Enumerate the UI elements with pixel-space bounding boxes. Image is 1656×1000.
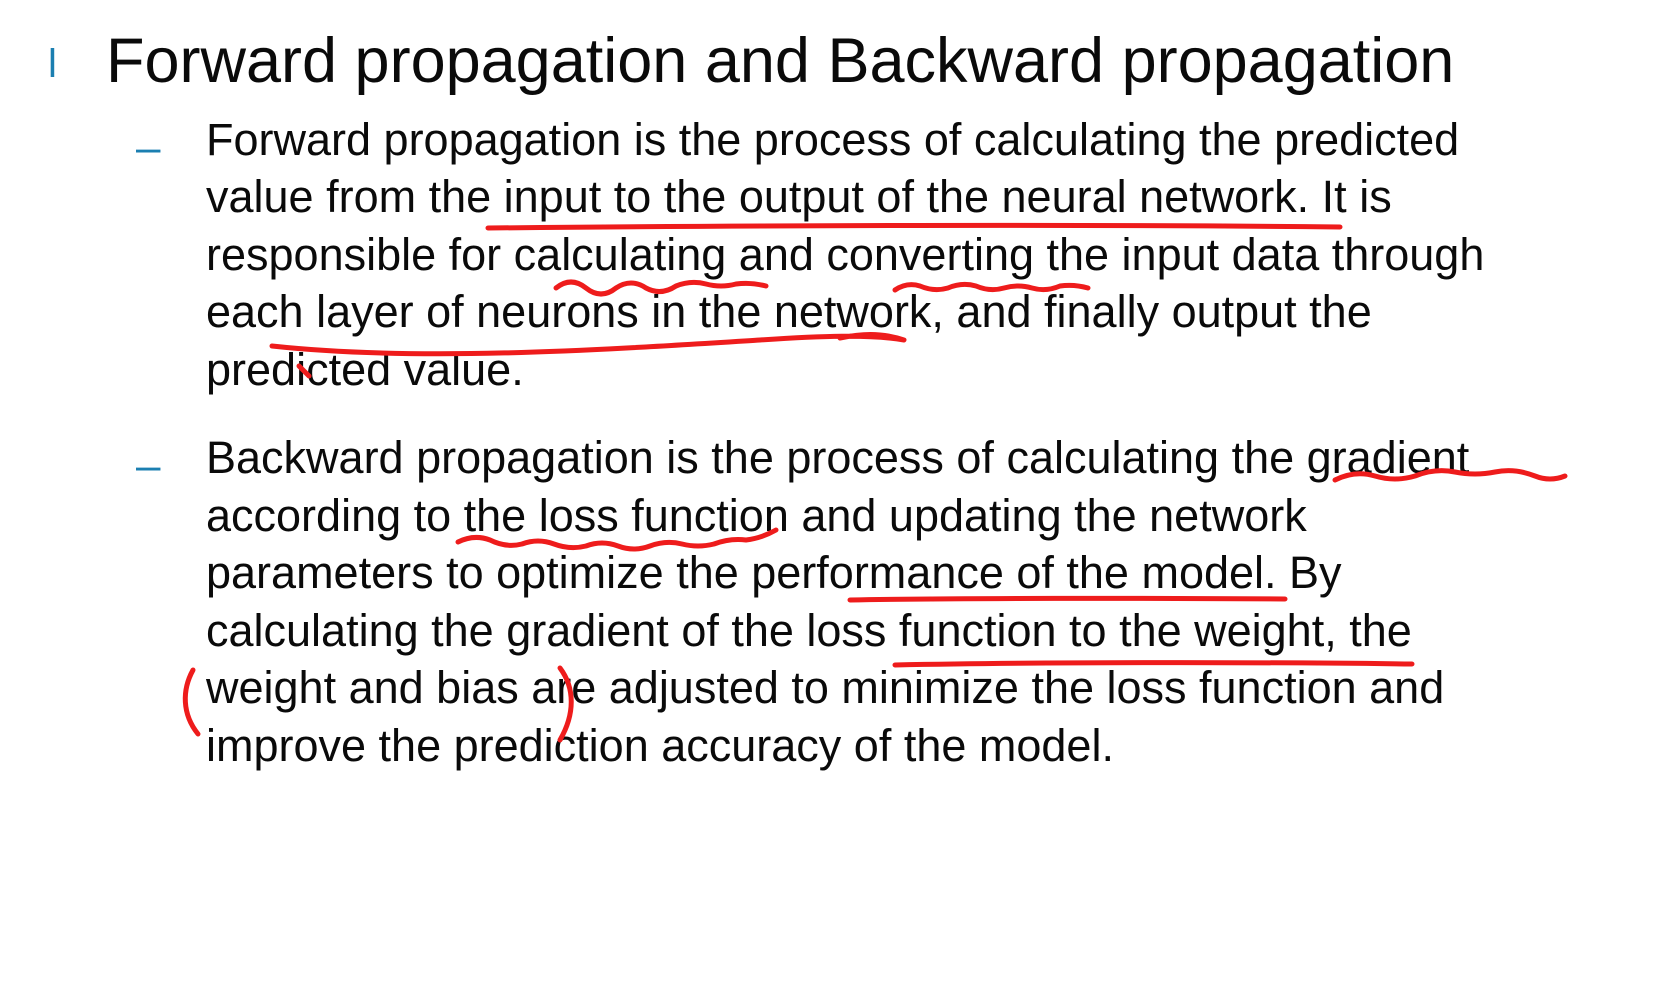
bullet-text-line: calculating the gradient of the loss fun… bbox=[206, 605, 1412, 656]
slide: l Forward propagation and Backward propa… bbox=[0, 0, 1656, 1000]
bullet-text-line: predicted value. bbox=[206, 344, 524, 395]
bullet-text-line: each layer of neurons in the network, an… bbox=[206, 286, 1372, 337]
bullet-text-line: according to the loss function and updat… bbox=[206, 490, 1307, 541]
title-bullet: l bbox=[48, 42, 57, 86]
bullet-dash: – bbox=[136, 123, 161, 172]
slide-title: Forward propagation and Backward propaga… bbox=[106, 26, 1455, 96]
bullet-dash: – bbox=[136, 441, 161, 490]
bullet-text-line: improve the prediction accuracy of the m… bbox=[206, 720, 1114, 771]
bullet-text-line: weight and bias are adjusted to minimize… bbox=[206, 662, 1445, 713]
bullet-text-line: Backward propagation is the process of c… bbox=[206, 432, 1470, 483]
left-parenthesis bbox=[182, 667, 201, 737]
bullet-text-line: parameters to optimize the performance o… bbox=[206, 547, 1342, 598]
bullet-text-line: responsible for calculating and converti… bbox=[206, 229, 1485, 280]
bullet-text-line: value from the input to the output of th… bbox=[206, 171, 1392, 222]
bullet-text-line: Forward propagation is the process of ca… bbox=[206, 114, 1460, 165]
